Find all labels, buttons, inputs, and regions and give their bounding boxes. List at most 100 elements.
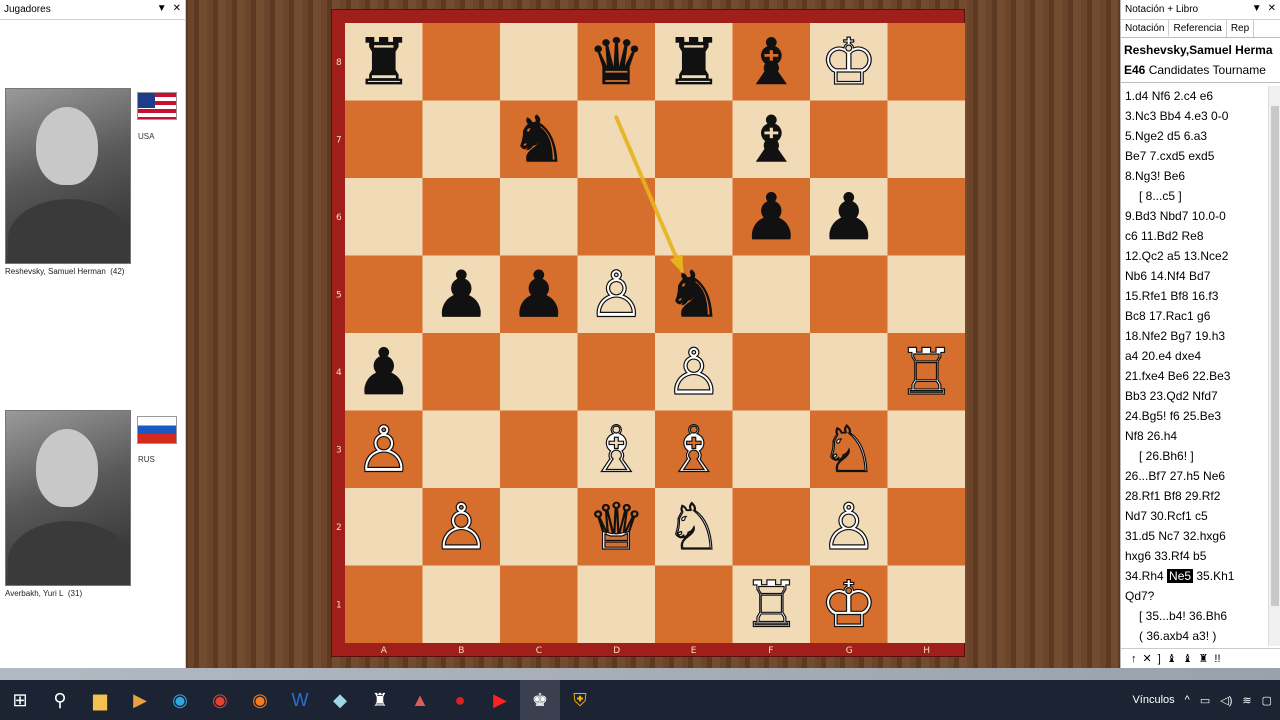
arrow-up-icon[interactable]: ↑ xyxy=(1131,653,1137,665)
piece-white-g2[interactable]: ♙ xyxy=(819,490,878,565)
move-line[interactable]: hxg6 33.Rf4 b5 xyxy=(1125,546,1267,566)
chrome-icon[interactable]: ◉ xyxy=(200,680,240,720)
square-c2[interactable] xyxy=(500,488,578,566)
square-h2[interactable] xyxy=(887,488,966,566)
word-icon[interactable]: W xyxy=(280,680,320,720)
piece-white-h4[interactable]: ♖ xyxy=(897,335,956,410)
square-h7[interactable] xyxy=(887,100,966,179)
square-a5[interactable] xyxy=(345,255,423,334)
square-b7[interactable] xyxy=(422,100,501,179)
variation-line[interactable]: ( 36.axb4 a3! ) xyxy=(1125,626,1267,646)
piece-white-e3[interactable]: ♗ xyxy=(664,413,723,488)
tray-links-label[interactable]: Vínculos xyxy=(1132,694,1174,706)
move-line[interactable]: 18.Nfe2 Bg7 19.h3 xyxy=(1125,326,1267,346)
square-b3[interactable] xyxy=(422,410,501,489)
current-move[interactable]: Ne5 xyxy=(1167,569,1194,583)
square-c4[interactable] xyxy=(500,333,578,411)
square-f4[interactable] xyxy=(732,333,811,411)
square-b1[interactable] xyxy=(422,565,501,644)
square-e7[interactable] xyxy=(655,100,733,179)
square-h3[interactable] xyxy=(887,410,966,489)
tab-notacion[interactable]: Notación xyxy=(1121,20,1170,37)
piece-black-f8[interactable]: ♝ xyxy=(742,25,800,100)
youtube-icon[interactable]: ▶ xyxy=(480,680,520,720)
battery-icon[interactable]: ▭ xyxy=(1200,694,1210,707)
move-line[interactable]: Be7 7.cxd5 exd5 xyxy=(1125,146,1267,166)
move-list-scrollbar[interactable] xyxy=(1268,86,1280,646)
piece-black-b5[interactable]: ♟ xyxy=(432,258,490,333)
panel-menu-icon[interactable]: ▼ xyxy=(1252,3,1262,14)
piece-black-e5[interactable]: ♞ xyxy=(665,258,723,333)
square-h8[interactable] xyxy=(887,23,966,101)
move-line[interactable]: Qd7? xyxy=(1125,586,1267,606)
delete-icon[interactable]: ✕ xyxy=(1143,652,1152,665)
piece-black-g6[interactable]: ♟ xyxy=(820,180,878,255)
notes-icon[interactable]: ◆ xyxy=(320,680,360,720)
move-line[interactable]: 24.Bg5! f6 25.Be3 xyxy=(1125,406,1267,426)
square-c1[interactable] xyxy=(500,565,578,644)
square-f5[interactable] xyxy=(732,255,811,334)
record-icon[interactable]: ● xyxy=(440,680,480,720)
piece-black-e8[interactable]: ♜ xyxy=(665,25,723,100)
chessboard[interactable]: 87654321A B C D E F G H♜ ♛ ♜ ♝ ♔♞ ♝♟ ♟♟ ♟ ♙ ♞♟ ♙ ♖♙ ♗ ♗ ♘♙ ♕ ♘ ♙… xyxy=(332,10,966,658)
move-line[interactable]: 21.fxe4 Be6 22.Be3 xyxy=(1125,366,1267,386)
tab-referencia[interactable]: Referencia xyxy=(1169,20,1227,37)
move-line[interactable]: a4 20.e4 dxe4 xyxy=(1125,346,1267,366)
app-icon[interactable]: ▲ xyxy=(400,680,440,720)
move-line[interactable]: Bc8 17.Rac1 g6 xyxy=(1125,306,1267,326)
square-c3[interactable] xyxy=(500,410,578,489)
square-b4[interactable] xyxy=(422,333,501,411)
square-d4[interactable] xyxy=(577,333,656,411)
bishop-icon[interactable]: ♝ xyxy=(1183,652,1193,665)
square-c6[interactable] xyxy=(500,178,578,256)
square-a7[interactable] xyxy=(345,100,423,179)
close-icon[interactable]: ✕ xyxy=(1268,3,1276,14)
move-list[interactable]: 1.d4 Nf6 2.c4 e6 3.Nc3 Bb4 4.e3 0-0 5.Nge2… xyxy=(1125,86,1267,646)
move-line[interactable]: 8.Ng3! Be6 xyxy=(1125,166,1267,186)
piece-white-f1[interactable]: ♖ xyxy=(742,568,801,643)
square-d6[interactable] xyxy=(577,178,656,256)
square-h6[interactable] xyxy=(887,178,966,256)
square-h1[interactable] xyxy=(887,565,966,644)
move-line[interactable]: c6 11.Bd2 Re8 xyxy=(1125,226,1267,246)
variation-line[interactable]: [ 26.Bh6! ] xyxy=(1125,446,1267,466)
square-f3[interactable] xyxy=(732,410,811,489)
move-line[interactable]: 1.d4 Nf6 2.c4 e6 xyxy=(1125,86,1267,106)
square-d1[interactable] xyxy=(577,565,656,644)
square-g5[interactable] xyxy=(810,255,888,334)
move-line[interactable]: 31.d5 Nc7 32.hxg6 xyxy=(1125,526,1267,546)
piece-black-f6[interactable]: ♟ xyxy=(742,180,800,255)
piece-white-e2[interactable]: ♘ xyxy=(664,490,723,565)
move-line[interactable]: 3.Nc3 Bb4 4.e3 0-0 xyxy=(1125,106,1267,126)
bracket-icon[interactable]: ] xyxy=(1158,653,1161,665)
chessbase-icon[interactable]: ♚ xyxy=(520,680,560,720)
move-line[interactable]: 28.Rf1 Bf8 29.Rf2 xyxy=(1125,486,1267,506)
variation-line[interactable]: [ 35...b4! 36.Bh6 xyxy=(1125,606,1267,626)
move-line[interactable]: 26...Bf7 27.h5 Ne6 xyxy=(1125,466,1267,486)
piece-white-d2[interactable]: ♕ xyxy=(587,490,646,565)
piece-black-a4[interactable]: ♟ xyxy=(355,335,413,410)
file-explorer-icon[interactable]: ▆ xyxy=(80,680,120,720)
rook-icon[interactable]: ♜ xyxy=(1199,652,1209,665)
move-line[interactable]: Nf8 26.h4 xyxy=(1125,426,1267,446)
volume-icon[interactable]: ◁) xyxy=(1220,694,1232,707)
square-c8[interactable] xyxy=(500,23,578,101)
move-line[interactable]: 9.Bd3 Nbd7 10.0-0 xyxy=(1125,206,1267,226)
shield-icon[interactable]: ⛨ xyxy=(560,680,600,720)
search-icon[interactable]: ⚲ xyxy=(40,680,80,720)
firefox-icon[interactable]: ◉ xyxy=(240,680,280,720)
media-icon[interactable]: ▶ xyxy=(120,680,160,720)
piece-black-c5[interactable]: ♟ xyxy=(510,258,568,333)
move-line[interactable]: 15.Rfe1 Bf8 16.f3 xyxy=(1125,286,1267,306)
piece-white-g1[interactable]: ♔ xyxy=(819,568,878,643)
square-a1[interactable] xyxy=(345,565,423,644)
square-e1[interactable] xyxy=(655,565,733,644)
move-line[interactable]: 34.Rh4 Ne5 35.Kh1 xyxy=(1125,566,1267,586)
move-line[interactable]: Nb6 14.Nf4 Bd7 xyxy=(1125,266,1267,286)
square-b8[interactable] xyxy=(422,23,501,101)
square-b6[interactable] xyxy=(422,178,501,256)
piece-white-e4[interactable]: ♙ xyxy=(664,335,723,410)
square-h5[interactable] xyxy=(887,255,966,334)
square-g7[interactable] xyxy=(810,100,888,179)
panel-menu-icon[interactable]: ▼ xyxy=(157,3,167,14)
